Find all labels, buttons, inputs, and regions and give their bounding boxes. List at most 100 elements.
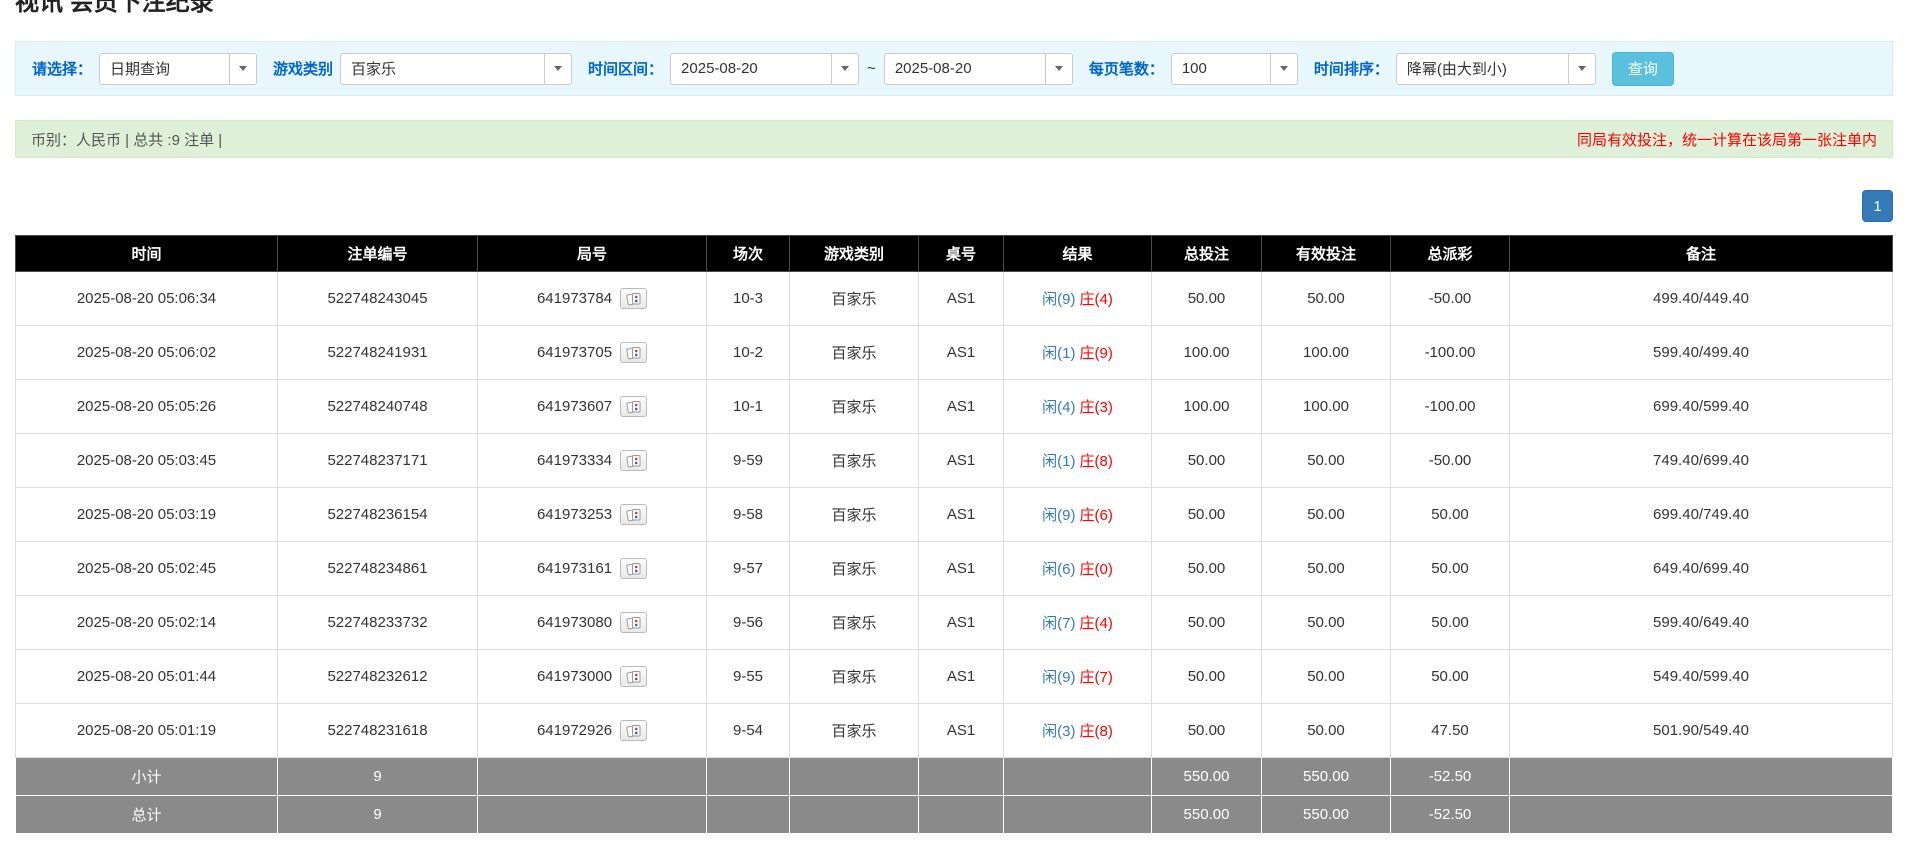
result-player: 闲(1)	[1042, 453, 1075, 470]
cell-remark: 501.90/549.40	[1510, 704, 1893, 758]
cell-total-bet[interactable]: 50.00	[1152, 272, 1262, 326]
cell-result: 闲(6)庄(0)	[1004, 542, 1152, 596]
cell-total-bet[interactable]: 50.00	[1152, 704, 1262, 758]
cell-total-bet[interactable]: 50.00	[1152, 488, 1262, 542]
cell-session: 9-54	[707, 704, 790, 758]
date-from-picker[interactable]: 2025-08-20	[670, 53, 859, 85]
per-page-select[interactable]: 100	[1171, 53, 1298, 85]
result-player: 闲(9)	[1042, 291, 1075, 308]
round-id-text: 641973080	[537, 614, 612, 631]
cell-total-bet[interactable]: 50.00	[1152, 434, 1262, 488]
pagination: 1	[15, 190, 1893, 222]
filter-bar: 请选择： 日期查询 游戏类别 百家乐 时间区间： 2025-08-20 ~ 20…	[15, 41, 1893, 96]
subtotal-total-bet: 550.00	[1152, 758, 1262, 796]
query-type-select[interactable]: 日期查询	[99, 53, 257, 85]
view-cards-button[interactable]	[620, 666, 647, 687]
chevron-down-icon	[544, 54, 571, 84]
game-type-select[interactable]: 百家乐	[340, 53, 572, 85]
cell-session: 10-3	[707, 272, 790, 326]
search-button[interactable]: 查询	[1612, 52, 1674, 86]
result-player: 闲(3)	[1042, 723, 1075, 740]
cell-session: 9-55	[707, 650, 790, 704]
cell-remark: 749.40/699.40	[1510, 434, 1893, 488]
subtotal-label: 小计	[16, 758, 278, 796]
cell-total-bet[interactable]: 50.00	[1152, 596, 1262, 650]
cell-remark: 699.40/599.40	[1510, 380, 1893, 434]
cell-game-type: 百家乐	[790, 434, 919, 488]
total-total-bet: 550.00	[1152, 796, 1262, 834]
cards-icon	[626, 562, 642, 576]
summary-notice: 同局有效投注，统一计算在该局第一张注单内	[1577, 129, 1877, 150]
game-type-label: 游戏类别	[273, 58, 333, 79]
cell-valid-bet: 50.00	[1262, 542, 1391, 596]
round-id-text: 641973334	[537, 452, 612, 469]
cell-bet-id: 522748233732	[278, 596, 478, 650]
cell-remark: 499.40/449.40	[1510, 272, 1893, 326]
cell-remark: 599.40/649.40	[1510, 596, 1893, 650]
result-player: 闲(9)	[1042, 507, 1075, 524]
header-payout: 总派彩	[1391, 236, 1510, 272]
cell-session: 9-57	[707, 542, 790, 596]
cell-time: 2025-08-20 05:02:14	[16, 596, 278, 650]
view-cards-button[interactable]	[620, 396, 647, 417]
cell-remark: 599.40/499.40	[1510, 326, 1893, 380]
cell-table-no: AS1	[919, 488, 1004, 542]
cards-icon	[626, 400, 642, 414]
cell-valid-bet: 50.00	[1262, 704, 1391, 758]
cell-valid-bet: 100.00	[1262, 326, 1391, 380]
cell-payout: -100.00	[1391, 326, 1510, 380]
cell-time: 2025-08-20 05:03:19	[16, 488, 278, 542]
view-cards-button[interactable]	[620, 342, 647, 363]
cell-payout: 47.50	[1391, 704, 1510, 758]
cell-time: 2025-08-20 05:02:45	[16, 542, 278, 596]
sort-value: 降幂(由大到小)	[1397, 54, 1568, 84]
cell-remark: 549.40/599.40	[1510, 650, 1893, 704]
date-to-picker[interactable]: 2025-08-20	[884, 53, 1073, 85]
view-cards-button[interactable]	[620, 720, 647, 741]
date-range-separator: ~	[867, 60, 876, 77]
cell-valid-bet: 100.00	[1262, 380, 1391, 434]
cell-total-bet[interactable]: 100.00	[1152, 326, 1262, 380]
cell-total-bet[interactable]: 50.00	[1152, 650, 1262, 704]
sort-select[interactable]: 降幂(由大到小)	[1396, 53, 1596, 85]
cell-payout: -100.00	[1391, 380, 1510, 434]
game-type-value: 百家乐	[341, 54, 544, 84]
cell-bet-id: 522748237171	[278, 434, 478, 488]
cell-total-bet[interactable]: 100.00	[1152, 380, 1262, 434]
cell-table-no: AS1	[919, 542, 1004, 596]
sort-label: 时间排序：	[1314, 58, 1389, 79]
cell-bet-id: 522748232612	[278, 650, 478, 704]
total-valid-bet: 550.00	[1262, 796, 1391, 834]
result-banker: 庄(4)	[1080, 615, 1113, 632]
cell-round-id: 641973784	[478, 272, 707, 326]
view-cards-button[interactable]	[620, 504, 647, 525]
result-player: 闲(7)	[1042, 615, 1075, 632]
cell-game-type: 百家乐	[790, 542, 919, 596]
cell-payout: 50.00	[1391, 650, 1510, 704]
table-row: 2025-08-20 05:03:45 522748237171 6419733…	[16, 434, 1893, 488]
total-payout: -52.50	[1391, 796, 1510, 834]
cell-result: 闲(7) 庄(4)	[1004, 596, 1152, 650]
cell-remark: 699.40/749.40	[1510, 488, 1893, 542]
cell-session: 9-58	[707, 488, 790, 542]
view-cards-button[interactable]	[620, 450, 647, 471]
table-header-row: 时间 注单编号 局号 场次 游戏类别 桌号 结果 总投注 有效投注 总派彩 备注	[16, 236, 1893, 272]
view-cards-button[interactable]	[620, 288, 647, 309]
cell-session: 10-2	[707, 326, 790, 380]
pagination-page-1[interactable]: 1	[1862, 190, 1893, 222]
table-row: 2025-08-20 05:03:19 522748236154 6419732…	[16, 488, 1893, 542]
view-cards-button[interactable]	[620, 558, 647, 579]
header-valid-bet: 有效投注	[1262, 236, 1391, 272]
subtotal-payout: -52.50	[1391, 758, 1510, 796]
cell-total-bet[interactable]: 50.00	[1152, 542, 1262, 596]
round-id-text: 641973161	[537, 560, 612, 577]
page: 视讯 会员下注纪录 请选择： 日期查询 游戏类别 百家乐 时间区间： 2025-…	[0, 0, 1908, 834]
page-title: 视讯 会员下注纪录	[15, 0, 1893, 18]
chevron-down-icon	[229, 54, 256, 84]
cards-icon	[626, 508, 642, 522]
query-type-value: 日期查询	[100, 54, 229, 84]
cell-round-id: 641973705	[478, 326, 707, 380]
result-banker: 庄(8)	[1080, 723, 1113, 740]
view-cards-button[interactable]	[620, 612, 647, 633]
cell-time: 2025-08-20 05:05:26	[16, 380, 278, 434]
